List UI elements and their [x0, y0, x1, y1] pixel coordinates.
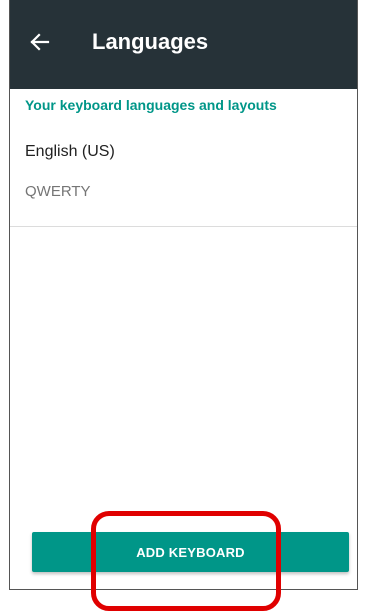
page-title: Languages	[92, 29, 209, 54]
add-keyboard-button[interactable]: ADD KEYBOARD	[32, 532, 349, 572]
language-layout: QWERTY	[25, 183, 91, 200]
arrow-left-icon	[30, 33, 50, 51]
divider	[10, 226, 357, 227]
language-list-item[interactable]: English (US) QWERTY	[10, 129, 357, 225]
language-name: English (US)	[25, 143, 115, 160]
languages-screen: Languages Your keyboard languages and la…	[9, 0, 358, 590]
back-button[interactable]	[24, 26, 56, 58]
section-header: Your keyboard languages and layouts	[25, 97, 277, 113]
app-bar: Languages	[10, 0, 357, 89]
